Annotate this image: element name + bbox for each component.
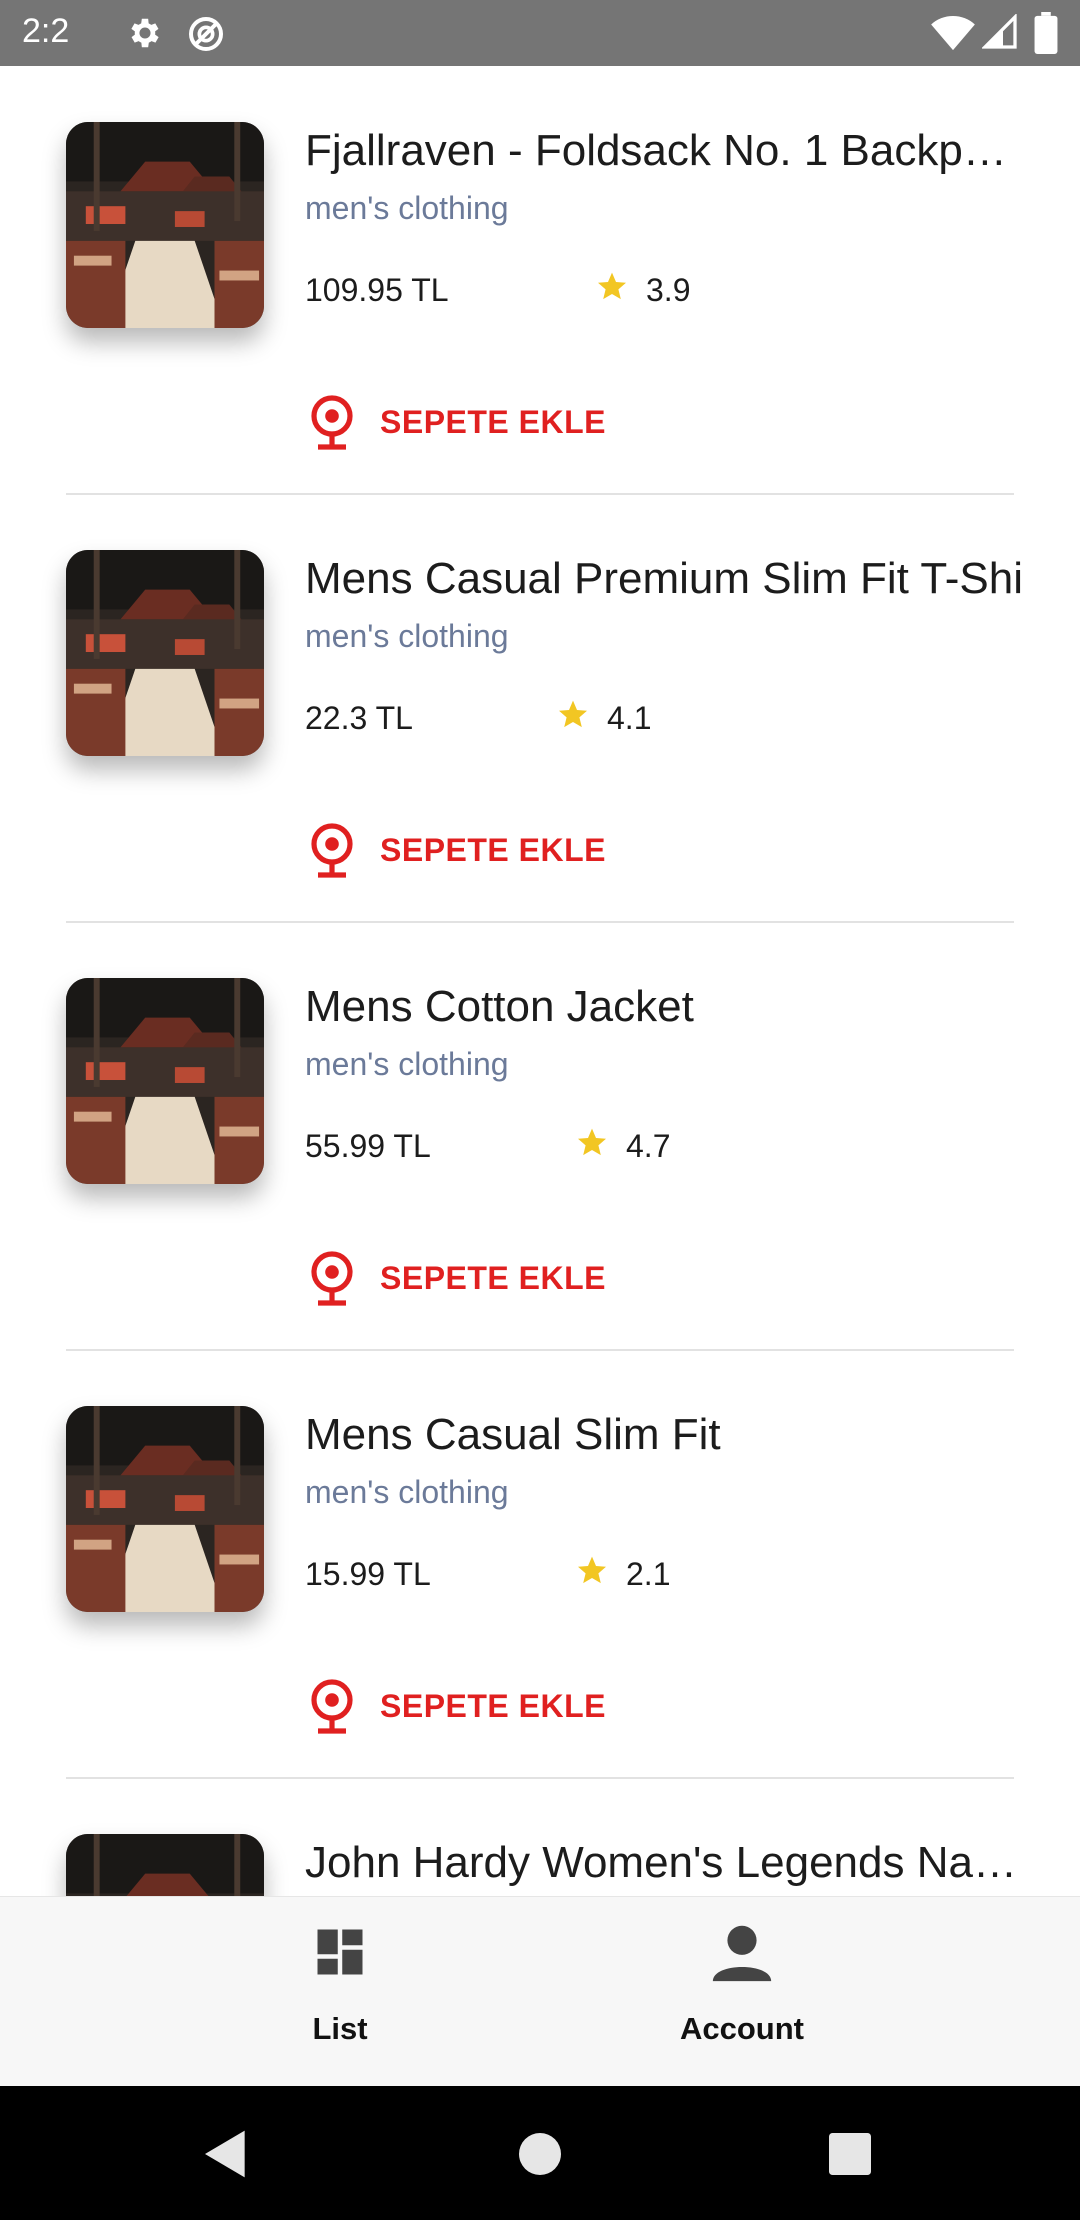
- status-time: 2:2: [22, 12, 70, 50]
- product-card[interactable]: Mens Casual Slim Fit men's clothing 15.9…: [0, 1350, 1080, 1779]
- product-category: men's clothing: [305, 618, 509, 654]
- status-bar: 2:2: [0, 0, 1080, 66]
- product-image: [66, 1834, 264, 1896]
- signal-icon: [982, 14, 1017, 49]
- battery-icon: [1034, 12, 1058, 54]
- product-title[interactable]: Mens Casual Slim Fit: [305, 1410, 1025, 1460]
- product-rating: 4.1: [607, 700, 652, 736]
- sync-icon: [189, 17, 223, 51]
- product-card[interactable]: John Hardy Women's Legends Nag...: [0, 1778, 1080, 1896]
- product-rating: 2.1: [626, 1556, 671, 1592]
- product-category: men's clothing: [305, 1046, 509, 1082]
- product-title[interactable]: Mens Cotton Jacket: [305, 982, 1025, 1032]
- add-to-cart-label: SEPETE EKLE: [380, 1687, 606, 1724]
- gear-icon: [131, 18, 159, 48]
- home-icon[interactable]: [512, 2126, 568, 2182]
- system-navigation-bar: [0, 2086, 1080, 2220]
- star-icon: [578, 1128, 606, 1156]
- wifi-icon: [931, 15, 975, 51]
- product-rating: 3.9: [646, 272, 691, 308]
- product-price: 109.95 TL: [305, 272, 449, 308]
- product-title[interactable]: Fjallraven - Foldsack No. 1 Backpac..: [305, 126, 1025, 176]
- product-price: 55.99 TL: [305, 1128, 431, 1164]
- recents-icon[interactable]: [822, 2126, 878, 2182]
- add-to-cart-label: SEPETE EKLE: [380, 403, 606, 440]
- nav-label-account: Account: [680, 2011, 804, 2046]
- add-to-cart-button[interactable]: SEPETE EKLE: [308, 1248, 606, 1308]
- product-title[interactable]: John Hardy Women's Legends Nag...: [305, 1838, 1025, 1888]
- nav-label-list: List: [312, 2011, 368, 2046]
- product-price: 15.99 TL: [305, 1556, 431, 1592]
- product-image: [66, 122, 264, 328]
- product-category: men's clothing: [305, 190, 509, 226]
- location-pin-icon: [311, 1679, 353, 1734]
- location-pin-icon: [311, 395, 353, 450]
- star-icon: [578, 1556, 606, 1584]
- product-price: 22.3 TL: [305, 700, 413, 736]
- product-card[interactable]: Mens Cotton Jacket men's clothing 55.99 …: [0, 922, 1080, 1351]
- location-pin-icon: [311, 1251, 353, 1306]
- dashboard-icon: [317, 1929, 363, 1975]
- location-pin-icon: [311, 823, 353, 878]
- product-list[interactable]: Fjallraven - Foldsack No. 1 Backpac.. me…: [0, 66, 1080, 1896]
- add-to-cart-label: SEPETE EKLE: [380, 831, 606, 868]
- product-image: [66, 550, 264, 756]
- add-to-cart-label: SEPETE EKLE: [380, 1259, 606, 1296]
- nav-item-account[interactable]: Account: [592, 1897, 892, 2087]
- star-icon: [598, 272, 626, 300]
- bottom-navigation: List Account: [0, 1896, 1080, 2087]
- product-card[interactable]: Fjallraven - Foldsack No. 1 Backpac.. me…: [0, 66, 1080, 495]
- add-to-cart-button[interactable]: SEPETE EKLE: [308, 820, 606, 880]
- add-to-cart-button[interactable]: SEPETE EKLE: [308, 392, 606, 452]
- product-rating: 4.7: [626, 1128, 671, 1164]
- nav-item-list[interactable]: List: [190, 1897, 490, 2087]
- product-card[interactable]: Mens Casual Premium Slim Fit T-Shi men's…: [0, 494, 1080, 923]
- product-category: men's clothing: [305, 1474, 509, 1510]
- add-to-cart-button[interactable]: SEPETE EKLE: [308, 1676, 606, 1736]
- star-icon: [559, 700, 587, 728]
- product-image: [66, 1406, 264, 1612]
- product-title[interactable]: Mens Casual Premium Slim Fit T-Shi: [305, 554, 1025, 604]
- back-icon[interactable]: [198, 2126, 254, 2182]
- person-icon: [712, 1925, 772, 1982]
- product-image: [66, 978, 264, 1184]
